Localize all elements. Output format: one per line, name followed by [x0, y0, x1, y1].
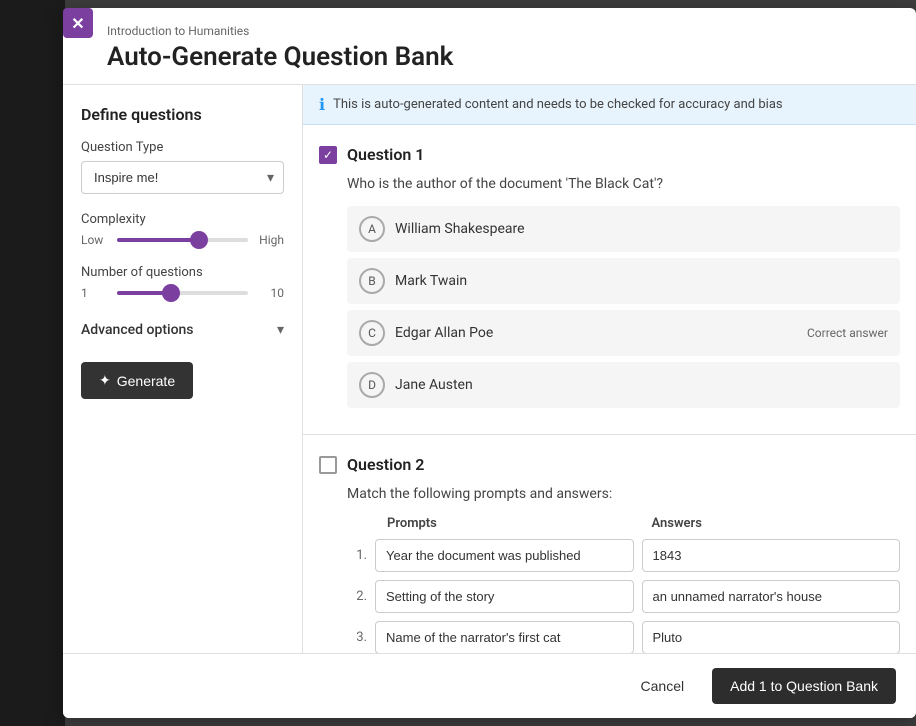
num-questions-slider[interactable] [117, 291, 248, 295]
option-d-circle: D [359, 372, 385, 398]
option-d-row: D Jane Austen [347, 362, 900, 408]
match-row-3: 3. [347, 621, 900, 653]
question-1-section: Question 1 Who is the author of the docu… [303, 125, 916, 435]
add-to-question-bank-button[interactable]: Add 1 to Question Bank [712, 668, 896, 704]
question-type-select[interactable]: Inspire me! Multiple Choice True/False S… [81, 161, 284, 194]
question-type-label: Question Type [81, 140, 284, 155]
match-row-3-num: 3. [347, 630, 367, 645]
option-b-row: B Mark Twain [347, 258, 900, 304]
option-c-row: C Edgar Allan Poe Correct answer [347, 310, 900, 356]
advanced-options-row[interactable]: Advanced options ▾ [81, 318, 284, 342]
option-b-text: Mark Twain [395, 273, 888, 289]
breadcrumb: Introduction to Humanities [107, 24, 892, 38]
option-b-circle: B [359, 268, 385, 294]
option-a-text: William Shakespeare [395, 221, 888, 237]
option-a-letter: A [368, 222, 376, 236]
num-questions-slider-row: 1 10 [81, 286, 284, 300]
num-questions-label: Number of questions [81, 265, 284, 280]
match-row-1-num: 1. [347, 548, 367, 563]
match-headers: Prompts Answers [347, 516, 900, 531]
option-a-row: A William Shakespeare [347, 206, 900, 252]
advanced-options-chevron-icon: ▾ [277, 322, 284, 338]
match-row-2-num: 2. [347, 589, 367, 604]
complexity-low-label: Low [81, 233, 109, 247]
complexity-high-label: High [256, 233, 284, 247]
question-1-checkbox[interactable] [319, 146, 337, 164]
modal-overlay: ✕ Introduction to Humanities Auto-Genera… [0, 0, 916, 726]
match-row-1: 1. [347, 539, 900, 572]
panel-title: Define questions [81, 105, 284, 124]
modal-title: Auto-Generate Question Bank [107, 42, 892, 72]
correct-answer-label: Correct answer [807, 326, 888, 340]
option-c-letter: C [368, 326, 376, 340]
question-type-group: Question Type Inspire me! Multiple Choic… [81, 140, 284, 194]
generate-button[interactable]: ✦ Generate [81, 362, 193, 399]
num-questions-group: Number of questions 1 10 [81, 265, 284, 300]
option-c-text: Edgar Allan Poe [395, 325, 797, 341]
question-2-title: Question 2 [347, 455, 424, 474]
generate-spark-icon: ✦ [99, 372, 111, 389]
match-row-2: 2. [347, 580, 900, 613]
close-button[interactable]: ✕ [63, 8, 93, 38]
match-table: Prompts Answers 1. 2. [319, 516, 900, 653]
info-banner-text: This is auto-generated content and needs… [333, 97, 783, 112]
modal-footer: Cancel Add 1 to Question Bank [63, 653, 916, 718]
complexity-slider[interactable] [117, 238, 248, 242]
option-a-circle: A [359, 216, 385, 242]
question-1-text: Who is the author of the document 'The B… [319, 176, 900, 192]
question-2-header: Question 2 [319, 455, 900, 474]
option-b-letter: B [368, 274, 375, 288]
num-questions-min-label: 1 [81, 286, 109, 300]
match-num-spacer [347, 516, 371, 531]
match-answer-2[interactable] [642, 580, 901, 613]
question-2-text: Match the following prompts and answers: [319, 486, 900, 502]
match-answer-3[interactable] [642, 621, 901, 653]
match-prompt-1[interactable] [375, 539, 634, 572]
match-answer-1[interactable] [642, 539, 901, 572]
info-banner: ℹ This is auto-generated content and nee… [303, 85, 916, 125]
match-answers-header: Answers [652, 516, 901, 531]
question-1-header: Question 1 [319, 145, 900, 164]
question-2-section: Question 2 Match the following prompts a… [303, 435, 916, 653]
num-questions-max-label: 10 [256, 286, 284, 300]
advanced-options-label: Advanced options [81, 322, 194, 338]
modal-container: Introduction to Humanities Auto-Generate… [63, 8, 916, 718]
question-type-select-wrapper: Inspire me! Multiple Choice True/False S… [81, 161, 284, 194]
question-2-checkbox[interactable] [319, 456, 337, 474]
option-d-text: Jane Austen [395, 377, 888, 393]
modal-header: Introduction to Humanities Auto-Generate… [63, 8, 916, 85]
complexity-group: Complexity Low High [81, 212, 284, 247]
match-prompt-2[interactable] [375, 580, 634, 613]
complexity-slider-row: Low High [81, 233, 284, 247]
question-1-title: Question 1 [347, 145, 424, 164]
info-icon: ℹ [319, 95, 325, 114]
left-panel: Define questions Question Type Inspire m… [63, 85, 303, 653]
match-prompt-3[interactable] [375, 621, 634, 653]
generate-label: Generate [117, 373, 175, 389]
option-d-letter: D [368, 378, 376, 392]
cancel-button[interactable]: Cancel [625, 668, 701, 704]
right-panel: ℹ This is auto-generated content and nee… [303, 85, 916, 653]
complexity-label: Complexity [81, 212, 284, 227]
modal-body: Define questions Question Type Inspire m… [63, 85, 916, 653]
match-prompts-header: Prompts [387, 516, 636, 531]
option-c-circle: C [359, 320, 385, 346]
